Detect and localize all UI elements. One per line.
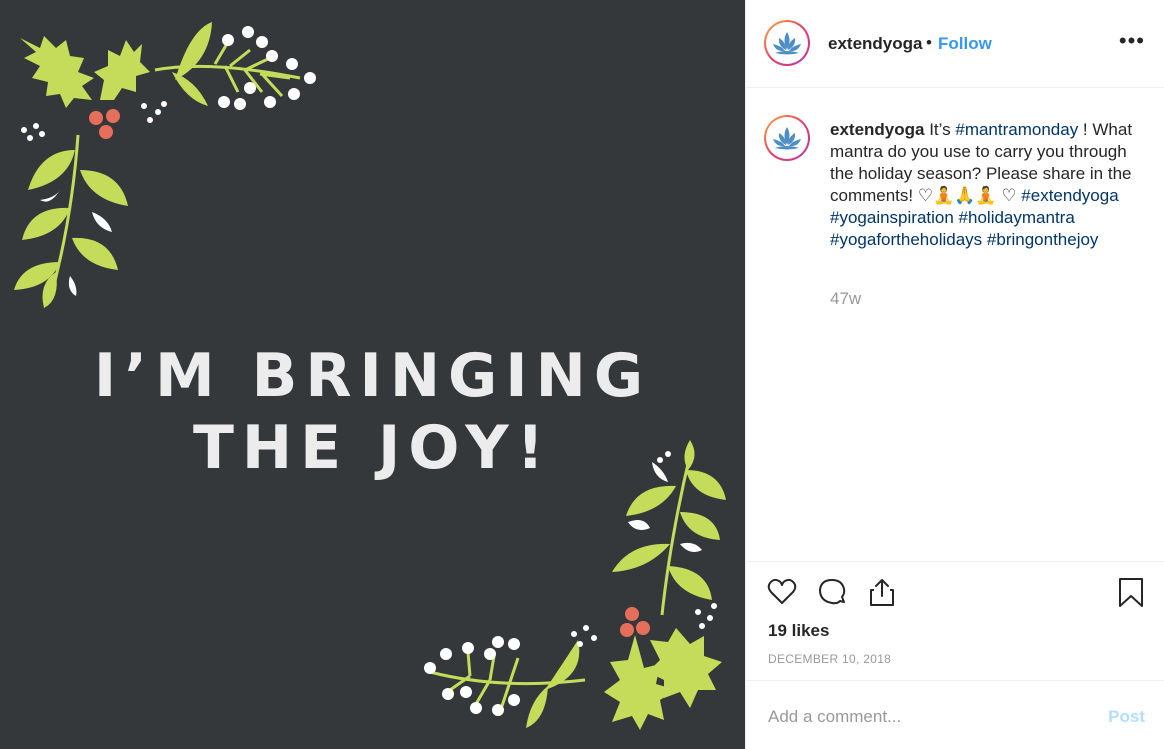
share-icon[interactable] [866, 576, 898, 608]
header-username[interactable]: extendyoga [828, 34, 922, 54]
comments-section: extendyoga It’s #mantramonday ! What man… [746, 89, 1164, 562]
bookmark-icon[interactable] [1116, 576, 1146, 608]
hashtag-link[interactable]: #bringonthejoy [987, 230, 1099, 249]
post-caption: extendyoga It’s #mantramonday ! What man… [830, 119, 1140, 251]
follow-button[interactable]: Follow [938, 34, 992, 54]
lotus-icon [773, 32, 801, 55]
separator-dot: • [926, 33, 932, 52]
caption-username[interactable]: extendyoga [830, 120, 924, 139]
likes-count[interactable]: 19 likes [768, 621, 829, 641]
caption-avatar[interactable] [764, 115, 810, 161]
lotus-icon [773, 127, 801, 150]
caption-timestamp[interactable]: 47w [830, 289, 861, 309]
action-bar [746, 570, 1164, 620]
post-side-panel: extendyoga • Follow ••• extendyoga It’s … [745, 0, 1164, 749]
post-header: extendyoga • Follow ••• [746, 0, 1164, 88]
heart-icon[interactable] [766, 576, 798, 608]
hashtag-link[interactable]: #yogafortheholidays [830, 230, 982, 249]
avatar[interactable] [764, 20, 810, 66]
post-date[interactable]: DECEMBER 10, 2018 [768, 652, 891, 666]
hashtag-link[interactable]: #holidaymantra [959, 208, 1075, 227]
comment-icon[interactable] [816, 576, 848, 608]
more-options-icon[interactable]: ••• [1119, 28, 1145, 54]
post-comment-button[interactable]: Post [1108, 707, 1145, 727]
comment-input[interactable] [766, 701, 1070, 733]
headline-line-1: I’M BRINGING [93, 341, 652, 411]
caption-text-1: It’s [924, 120, 956, 139]
hashtag-link[interactable]: #extendyoga [1021, 186, 1118, 205]
headline-line-2: THE JOY! [192, 413, 553, 483]
add-comment-section: Post [746, 680, 1164, 749]
post-image[interactable]: I’M BRINGING THE JOY! [0, 0, 745, 749]
hashtag-link[interactable]: #yogainspiration [830, 208, 954, 227]
hashtag-link[interactable]: #mantramonday [955, 120, 1078, 139]
